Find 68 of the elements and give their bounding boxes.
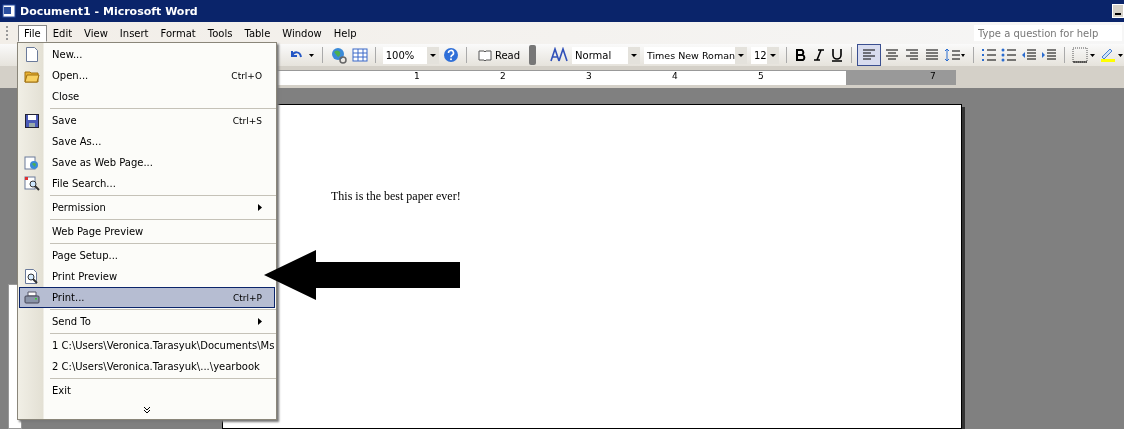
menu-item[interactable]: Edit	[46, 24, 79, 42]
align-center-icon[interactable]	[884, 47, 901, 63]
folder-icon	[24, 68, 40, 83]
menu-entry[interactable]: 2 C:\Users\Veronica.Tarasyuk\...\yearbook	[19, 356, 275, 377]
read-button[interactable]: Read	[473, 49, 525, 61]
minimize-button[interactable]	[1112, 4, 1124, 18]
ruler-number: 3	[586, 70, 592, 81]
align-left-icon[interactable]	[858, 45, 881, 65]
menu-entry[interactable]: Exit	[19, 380, 275, 401]
file-search-icon	[24, 176, 40, 191]
menu-entry[interactable]: Page Setup...	[19, 245, 275, 266]
styles-icon[interactable]	[550, 47, 569, 63]
font-dropdown[interactable]: Times New Roman	[643, 46, 747, 64]
border-icon[interactable]	[1072, 47, 1097, 63]
zoom-dropdown[interactable]: 100%	[382, 46, 440, 64]
help-icon[interactable]	[443, 47, 460, 63]
menu-entry[interactable]: Save As...	[19, 131, 275, 152]
help-search-field[interactable]: Type a question for help	[974, 25, 1122, 41]
menu-entry[interactable]: Save Ctrl+S	[19, 110, 275, 131]
bold-icon[interactable]	[793, 48, 808, 62]
menu-item[interactable]: Format	[154, 24, 202, 42]
globe-page-icon	[24, 155, 40, 170]
ruler-number: 2	[500, 70, 506, 81]
menu-entry[interactable]: Send To	[19, 311, 275, 332]
menu-item[interactable]: File	[18, 24, 47, 42]
menu-entry[interactable]: Save as Web Page...	[19, 152, 275, 173]
expand-chevron-icon[interactable]	[143, 405, 151, 414]
menu-entry[interactable]: Permission	[19, 197, 275, 218]
bullet-list-icon[interactable]	[1001, 47, 1018, 63]
style-dropdown[interactable]: Normal	[572, 46, 640, 64]
numbered-list-icon[interactable]	[981, 47, 998, 63]
menu-item[interactable]: Help	[327, 24, 363, 42]
menu-entry[interactable]: Open... Ctrl+O	[19, 65, 275, 86]
document-icon	[2, 4, 16, 18]
underline-icon[interactable]	[829, 48, 844, 62]
menu-item[interactable]: Window	[276, 24, 328, 42]
menu-entry[interactable]: Print Preview	[19, 266, 275, 287]
window-title: Document1 - Microsoft Word	[20, 4, 198, 18]
decrease-indent-icon[interactable]	[1021, 47, 1038, 63]
menu-entry[interactable]: File Search...	[19, 173, 275, 194]
toolbar-overflow-button[interactable]	[528, 45, 537, 65]
justify-icon[interactable]	[924, 47, 941, 63]
ruler-number: 7	[930, 70, 936, 81]
menu-entry[interactable]: New...	[19, 44, 275, 65]
menu-entry[interactable]: Print... Ctrl+P	[19, 287, 275, 308]
ruler-number: 5	[758, 70, 764, 81]
menu-item[interactable]: Table	[238, 24, 277, 42]
menu-item[interactable]: Tools	[201, 24, 239, 42]
globe-icon[interactable]	[329, 46, 348, 64]
ruler-number: 1	[414, 70, 420, 81]
document-text: This is the best paper ever!	[331, 189, 462, 204]
printer-icon	[24, 290, 40, 305]
increase-indent-icon[interactable]	[1041, 47, 1058, 63]
menu-item[interactable]: View	[78, 24, 114, 42]
menu-entry[interactable]: 1 C:\Users\Veronica.Tarasyuk\Documents\Ms	[19, 335, 275, 356]
line-spacing-icon[interactable]	[944, 47, 967, 63]
menu-entry[interactable]: Web Page Preview	[19, 221, 275, 242]
menu-entry[interactable]: Close	[19, 86, 275, 107]
italic-icon[interactable]	[811, 48, 826, 62]
ruler-number: 4	[672, 70, 678, 81]
align-right-icon[interactable]	[904, 47, 921, 63]
table-icon[interactable]	[351, 47, 368, 63]
print-preview-icon	[25, 269, 39, 284]
book-icon	[477, 49, 492, 61]
font-size-dropdown[interactable]: 12	[751, 46, 779, 64]
menu-item[interactable]: Insert	[113, 24, 155, 42]
blank-page-icon	[26, 47, 38, 62]
highlight-icon[interactable]	[1100, 47, 1124, 63]
